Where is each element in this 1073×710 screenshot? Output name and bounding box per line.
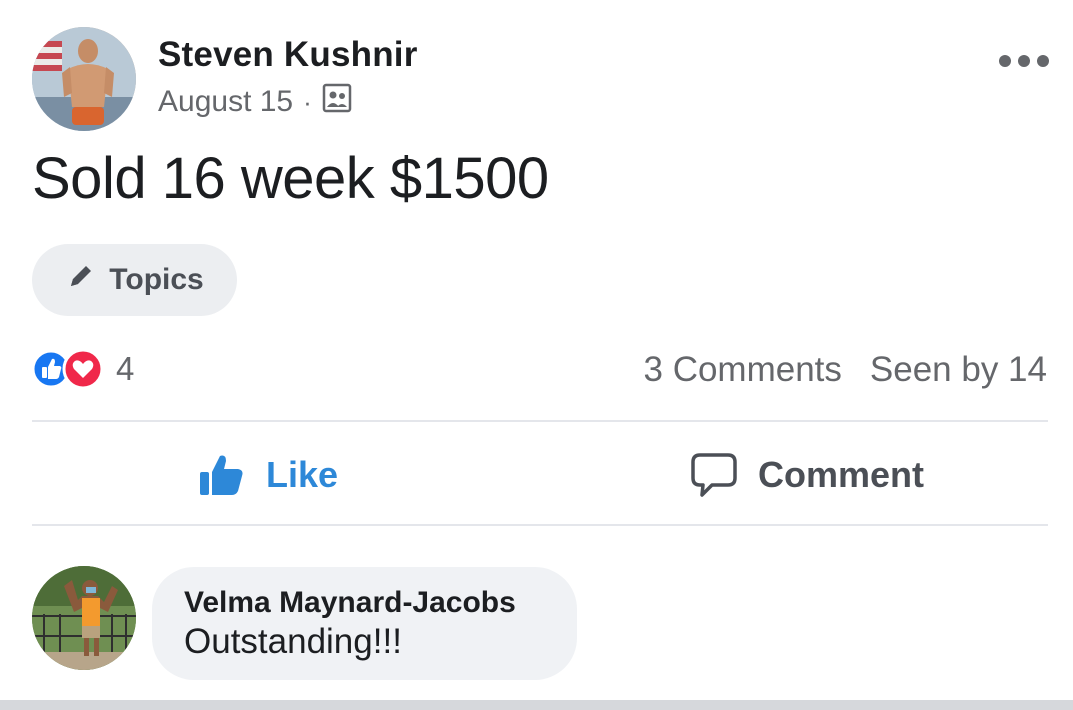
post-stats: 3 Comments Seen by 14 bbox=[644, 348, 1048, 392]
like-label: Like bbox=[266, 454, 339, 495]
comment-author[interactable]: Velma Maynard-Jacobs bbox=[184, 585, 577, 621]
comment-label: Comment bbox=[758, 454, 925, 495]
group-audience-icon bbox=[322, 83, 352, 121]
author-name[interactable]: Steven Kushnir bbox=[158, 35, 418, 75]
divider bbox=[32, 524, 1048, 526]
meta-separator: · bbox=[303, 87, 312, 117]
post-text: Sold 16 week $1500 bbox=[32, 146, 549, 211]
like-button[interactable]: Like bbox=[198, 448, 338, 502]
topics-button[interactable]: Topics bbox=[32, 244, 237, 316]
feed-separator bbox=[0, 700, 1073, 710]
comments-count-link[interactable]: 3 Comments bbox=[644, 350, 842, 390]
reactions-summary[interactable]: 4 bbox=[32, 346, 134, 392]
more-options-icon[interactable] bbox=[999, 46, 1049, 76]
comment-bubble[interactable]: Velma Maynard-Jacobs Outstanding!!! bbox=[152, 567, 577, 680]
thumbs-up-icon bbox=[198, 451, 246, 499]
topics-label: Topics bbox=[109, 263, 204, 296]
speech-bubble-icon bbox=[690, 451, 738, 499]
comment-text: Outstanding!!! bbox=[184, 622, 402, 661]
reaction-count: 4 bbox=[116, 350, 135, 387]
comment-button[interactable]: Comment bbox=[690, 448, 924, 502]
seen-by-link[interactable]: Seen by 14 bbox=[870, 350, 1047, 390]
divider bbox=[32, 420, 1048, 422]
pencil-icon bbox=[65, 260, 97, 300]
post-card: Steven Kushnir August 15 · Sold 16 week … bbox=[0, 0, 1073, 710]
author-avatar[interactable] bbox=[32, 27, 136, 131]
commenter-avatar[interactable] bbox=[32, 566, 136, 670]
love-reaction-icon bbox=[62, 346, 104, 392]
post-meta: August 15 · bbox=[158, 83, 352, 121]
post-date[interactable]: August 15 bbox=[158, 85, 293, 119]
